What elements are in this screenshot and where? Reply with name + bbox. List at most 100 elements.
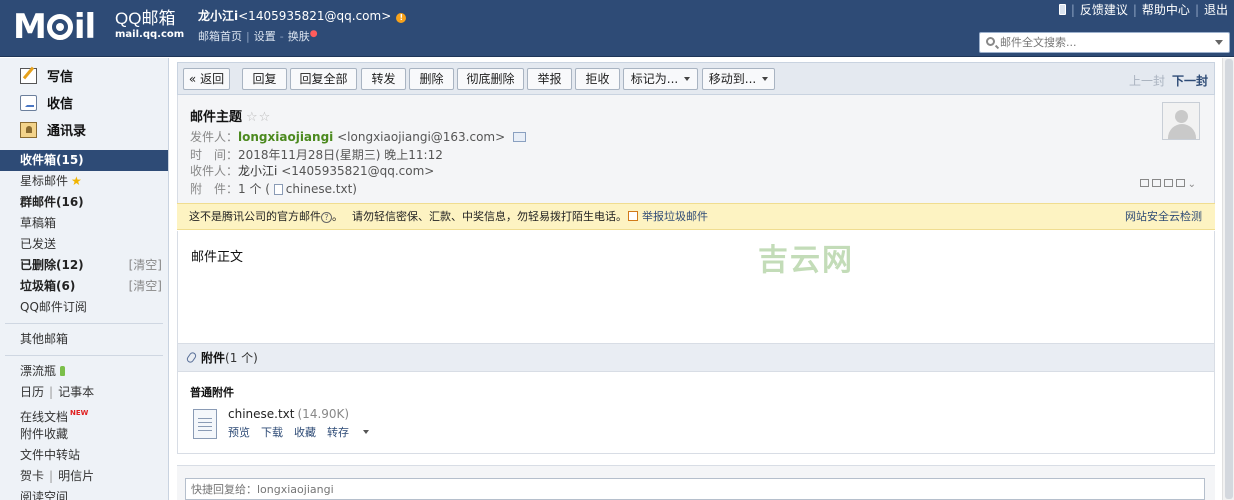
sidebar-postcard[interactable]: 明信片 [58, 469, 94, 483]
warning-icon[interactable]: ! [396, 13, 407, 23]
expand-icon[interactable]: ⌄ [1188, 179, 1200, 190]
sidebar-reading[interactable]: 阅读空间 [0, 487, 168, 500]
sidebar-divider [5, 355, 163, 356]
prev-mail-link[interactable]: 上一封 [1129, 74, 1165, 88]
print-icon[interactable] [1175, 179, 1185, 187]
search-input[interactable] [1000, 34, 1210, 51]
perm-delete-button[interactable]: 彻底删除 [457, 68, 524, 90]
sidebar-divider [5, 323, 163, 324]
attachment-link[interactable]: chinese.txt [286, 182, 353, 196]
scroll-thumb[interactable] [1225, 59, 1233, 499]
collapse-icon[interactable] [1151, 179, 1161, 187]
sidebar-contacts-label: 通讯录 [47, 124, 87, 139]
link-help[interactable]: 帮助中心 [1142, 3, 1190, 17]
folder-drafts[interactable]: 草稿箱 [0, 213, 168, 234]
link-mail-home[interactable]: 邮箱首页 [198, 30, 242, 43]
attachment-section-title: 普通附件 [190, 386, 234, 399]
link-separator: | [1132, 3, 1137, 17]
sender-email: <longxiaojiangi@163.com> [337, 130, 506, 144]
sidebar-transfer[interactable]: 文件中转站 [0, 445, 168, 466]
reply-button[interactable]: 回复 [242, 68, 287, 90]
logo-text-left: M [13, 7, 47, 47]
folder-group[interactable]: 群邮件(16) [0, 192, 168, 213]
sidebar-bottle[interactable]: 漂流瓶 [0, 361, 168, 382]
recipient-name[interactable]: 龙小江i [238, 164, 277, 178]
sidebar-attach-fav[interactable]: 附件收藏 [0, 424, 168, 445]
delete-button[interactable]: 删除 [409, 68, 454, 90]
recipient-row: 收件人：龙小江i <1405935821@qq.com> [190, 164, 434, 179]
time-value: 2018年11月28日(星期三) 晚上11:12 [238, 148, 443, 162]
reply-all-button[interactable]: 回复全部 [290, 68, 357, 90]
attachment-label: 附 件： [190, 182, 239, 196]
sidebar-notes[interactable]: 记事本 [58, 385, 94, 399]
help-icon[interactable]: ? [321, 212, 332, 223]
link-settings[interactable]: 设置 [254, 30, 276, 43]
reject-button[interactable]: 拒收 [575, 68, 620, 90]
link-feedback[interactable]: 反馈建议 [1080, 3, 1128, 17]
folder-starred[interactable]: 星标邮件 ★ [0, 171, 168, 192]
phone-icon[interactable] [1058, 4, 1066, 15]
link-change-skin[interactable]: 换肤 [288, 30, 310, 43]
folder-subscriptions[interactable]: QQ邮件订阅 [0, 297, 168, 318]
sidebar: 写信 收信 通讯录 收件箱(15) 星标邮件 ★ 群邮件(16) 草稿箱 已发送 … [0, 58, 169, 500]
sidebar-card[interactable]: 贺卡 [20, 469, 44, 483]
mail-body-text: 邮件正文 [191, 250, 244, 265]
quick-reply-input[interactable] [185, 478, 1205, 500]
report-button[interactable]: 举报 [527, 68, 572, 90]
new-window-icon[interactable] [1139, 179, 1149, 187]
bottle-icon [60, 366, 66, 376]
sender-name[interactable]: longxiaojiangi [238, 130, 333, 144]
attachment-row: 附 件：1 个 ( chinese.txt) [190, 182, 357, 197]
search-box[interactable] [979, 32, 1230, 53]
mail-tools: ⌄ [1137, 179, 1200, 190]
paperclip-icon [185, 350, 198, 365]
folder-deleted[interactable]: 已删除(12) [清空] [0, 255, 168, 276]
save-to-dropdown[interactable]: 转存 [327, 426, 380, 439]
clear-spam-button[interactable]: [清空] [129, 276, 162, 297]
sidebar-contacts[interactable]: 通讯录 [0, 116, 168, 143]
time-row: 时 间：2018年11月28日(星期三) 晚上11:12 [190, 148, 443, 163]
folder-sent[interactable]: 已发送 [0, 234, 168, 255]
mail-header: 邮件主题 ☆☆ 发件人：longxiaojiangi <longxiaojiang… [177, 95, 1215, 205]
sender-avatar[interactable] [1162, 102, 1200, 140]
sidebar-calendar[interactable]: 日历 [20, 385, 44, 399]
top-right-links: | 反馈建议 | 帮助中心 | 退出 [1058, 3, 1228, 17]
folder-starred-label: 星标邮件 [20, 174, 69, 188]
star-mark-icon[interactable]: ☆☆ [246, 110, 271, 125]
forward-button[interactable]: 转发 [361, 68, 406, 90]
logo-ring-icon [46, 14, 73, 40]
folder-inbox[interactable]: 收件箱(15) [0, 150, 168, 171]
link-logout[interactable]: 退出 [1204, 3, 1228, 17]
logo-sub-domain: mail.qq.com [115, 29, 185, 40]
user-name: 龙小江i [198, 9, 239, 23]
back-button[interactable]: « 返回 [183, 68, 230, 90]
search-dropdown-icon[interactable] [1215, 40, 1223, 45]
text-file-icon[interactable] [193, 409, 217, 439]
next-mail-link[interactable]: 下一封 [1172, 74, 1208, 88]
preview-link[interactable]: 预览 [228, 426, 250, 439]
attachment-file-size: (14.90K) [297, 407, 350, 421]
folder-spam[interactable]: 垃圾箱(6) [清空] [0, 276, 168, 297]
attachment-file-name[interactable]: chinese.txt [228, 407, 295, 421]
move-to-dropdown[interactable]: 移动到... [702, 68, 775, 90]
sidebar-receive[interactable]: 收信 [0, 89, 168, 116]
mail-logo[interactable]: Mil [13, 7, 96, 47]
contact-card-icon[interactable] [513, 132, 527, 142]
lock-icon[interactable] [1163, 179, 1173, 187]
mark-as-dropdown[interactable]: 标记为... [623, 68, 698, 90]
new-badge: NEW [70, 409, 89, 417]
mail-body: 邮件正文 吉云网 [177, 231, 1215, 343]
sidebar-docs[interactable]: 在线文档 NEW [0, 403, 168, 424]
user-info: 龙小江i<1405935821@qq.com>! 邮箱首页 | 设置 - 换肤● [198, 9, 407, 44]
link-separator: | [246, 30, 250, 43]
mail-toolbar: « 返回 回复 回复全部 转发 删除 彻底删除 举报 拒收 标记为... 移动到… [177, 62, 1215, 95]
sidebar-write[interactable]: 写信 [0, 62, 168, 89]
report-spam-link[interactable]: 举报垃圾邮件 [628, 204, 708, 229]
page-scrollbar[interactable] [1222, 58, 1234, 500]
sender-row: 发件人：longxiaojiangi <longxiaojiangi@163.c… [190, 130, 527, 145]
folder-other[interactable]: 其他邮箱 [0, 329, 168, 350]
clear-deleted-button[interactable]: [清空] [129, 255, 162, 276]
download-link[interactable]: 下载 [261, 426, 283, 439]
security-check-link[interactable]: 网站安全云检测 [1125, 204, 1202, 229]
favorite-link[interactable]: 收藏 [294, 426, 316, 439]
